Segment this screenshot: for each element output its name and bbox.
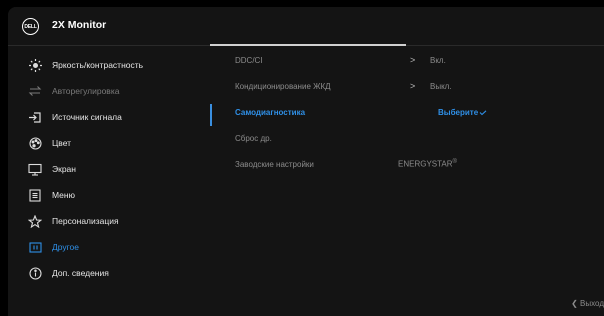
osd-menu: DELL 2X Monitor Яркость/контрастность Ав… <box>8 7 604 316</box>
sidebar-item-input-source[interactable]: Источник сигнала <box>8 104 208 130</box>
sidebar-item-label: Авторегулировка <box>52 86 120 96</box>
option-lcd-conditioning[interactable]: Кондиционирование ЖКД > Выкл. <box>235 78 595 98</box>
sidebar-item-label: Источник сигнала <box>52 112 122 122</box>
option-label: DDC/CI <box>235 56 263 65</box>
sidebar-item-display[interactable]: Экран <box>8 156 208 182</box>
check-icon <box>479 110 487 116</box>
display-icon <box>28 162 42 176</box>
registered-mark: ® <box>452 159 457 165</box>
chevron-right-icon: > <box>410 55 416 65</box>
selection-indicator <box>210 104 212 126</box>
tab-indicator <box>210 44 406 46</box>
option-other-reset[interactable]: Сброс др. <box>235 130 595 150</box>
sidebar-item-auto-adjust[interactable]: Авторегулировка <box>8 78 208 104</box>
sidebar-item-label: Доп. сведения <box>52 268 109 278</box>
sidebar-item-label: Другое <box>52 242 80 252</box>
other-icon <box>28 240 42 254</box>
energystar-value: ENERGYSTAR® <box>398 159 457 169</box>
sidebar-item-label: Персонализация <box>52 216 119 226</box>
input-source-icon <box>28 110 42 124</box>
option-label: Кондиционирование ЖКД <box>235 82 331 91</box>
sidebar-item-label: Экран <box>52 164 76 174</box>
exit-button[interactable]: ❮ Выход <box>571 299 604 308</box>
info-icon <box>28 266 42 280</box>
option-value: Вкл. <box>430 56 446 65</box>
sidebar-item-personalize[interactable]: Персонализация <box>8 208 208 234</box>
auto-adjust-icon <box>28 84 42 98</box>
select-button[interactable]: Выберите <box>438 108 487 117</box>
header: DELL 2X Monitor <box>8 7 604 45</box>
sidebar-item-brightness[interactable]: Яркость/контрастность <box>8 52 208 78</box>
brightness-icon <box>28 58 42 72</box>
sidebar-item-label: Яркость/контрастность <box>52 60 144 70</box>
sidebar-item-label: Меню <box>52 190 75 200</box>
chevron-right-icon: > <box>410 81 416 91</box>
sidebar-item-menu[interactable]: Меню <box>8 182 208 208</box>
sidebar-item-label: Цвет <box>52 138 72 148</box>
dell-logo: DELL <box>22 18 39 35</box>
color-palette-icon <box>28 136 42 150</box>
option-self-diagnostic[interactable]: Самодиагностика Выберите <box>235 104 595 124</box>
option-label: Сброс др. <box>235 134 272 143</box>
option-label: Заводские настройки <box>235 160 314 169</box>
option-ddc-ci[interactable]: DDC/CI > Вкл. <box>235 52 595 72</box>
option-value: Выкл. <box>430 82 452 91</box>
option-label: Самодиагностика <box>235 108 306 117</box>
option-factory-reset[interactable]: Заводские настройки ENERGYSTAR® <box>235 156 595 176</box>
select-label: Выберите <box>438 108 479 117</box>
sidebar-item-other[interactable]: Другое <box>8 234 208 260</box>
sidebar-item-color[interactable]: Цвет <box>8 130 208 156</box>
page-title: 2X Monitor <box>52 19 107 31</box>
star-icon <box>28 214 42 228</box>
energystar-text: ENERGYSTAR <box>398 159 453 169</box>
sidebar-item-info[interactable]: Доп. сведения <box>8 260 208 286</box>
menu-icon <box>28 188 42 202</box>
